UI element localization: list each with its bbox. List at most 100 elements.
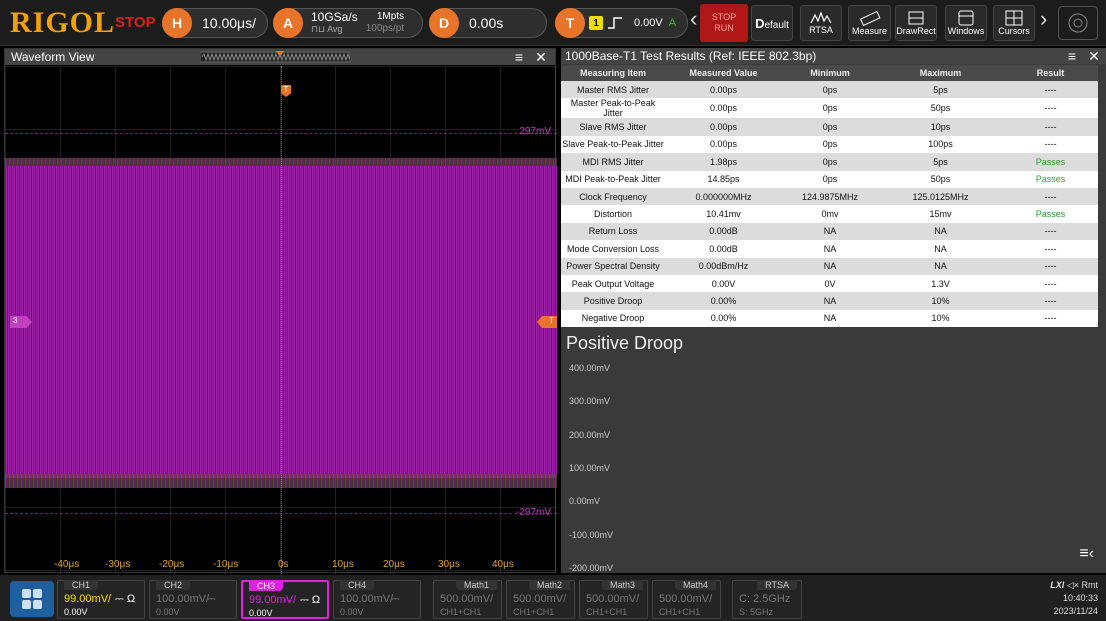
acquire-key: A (273, 8, 303, 38)
horizontal-control[interactable]: H 10.00μs/ (162, 8, 268, 38)
math-box-math2[interactable]: Math2 500.00mV/CH1+CH1 (506, 580, 575, 619)
default-button[interactable]: Default (751, 5, 793, 41)
channel-box-ch3[interactable]: CH3 99.00mV/⎓ Ω 0.00V (241, 580, 329, 619)
close-icon[interactable]: ✕ (1086, 48, 1102, 64)
table-row[interactable]: Distortion 10.41mv 0mv 15mv Passes (561, 205, 1098, 223)
x-tick-label: 0s (278, 559, 289, 570)
top-toolbar: RIGOL STOP H 10.00μs/ A 10GSa/s ⊓⊔ Avg 1M… (0, 0, 1106, 46)
math-box-math3[interactable]: Math3 500.00mV/CH1+CH1 (579, 580, 648, 619)
cell-result: ---- (1003, 135, 1098, 154)
cell-measuring-item: Mode Conversion Loss (561, 240, 665, 258)
table-row[interactable]: Positive Droop 0.00% NA 10% ---- (561, 292, 1098, 310)
cell-result: ---- (1003, 187, 1098, 206)
cell-measured-value: 0.00dB (665, 240, 782, 258)
timebase-value: 10.00μs/ (202, 15, 256, 31)
y-tick-label: 100.00mV (569, 462, 611, 473)
waveform-view-panel: Waveform View ≡ ✕ T 297mV -297mV 3 T -40… (4, 48, 557, 574)
channel-scale: 100.00mV/ (156, 593, 210, 605)
cell-measured-value: 0.00% (665, 292, 782, 310)
channel-scale: 100.00mV/ (340, 593, 394, 605)
x-tick-label: -20μs (159, 559, 185, 570)
cell-minimum: 0ps (782, 98, 878, 119)
measure-button[interactable]: Measure (848, 5, 891, 41)
rtsa-status-box[interactable]: RTSA C: 2.5GHz S: 5GHz (732, 580, 802, 619)
header-measured-value: Measured Value (665, 65, 782, 81)
power-button[interactable] (1058, 6, 1098, 40)
cell-minimum: 0mv (782, 205, 878, 223)
math-box-math4[interactable]: Math4 500.00mV/CH1+CH1 (652, 580, 721, 619)
time-per-point: 100ps/pt (365, 23, 405, 34)
table-row[interactable]: MDI RMS Jitter 1.98ps 0ps 5ps Passes (561, 153, 1098, 171)
math-label: Math4 (674, 580, 716, 590)
table-row[interactable]: Power Spectral Density 0.00dBm/Hz NA NA ---- (561, 257, 1098, 275)
cursors-label: Cursors (998, 26, 1030, 36)
trigger-control[interactable]: T 1 0.00V A (555, 8, 688, 38)
acquire-mode-icon: ⊓⊔ (311, 24, 326, 34)
table-row[interactable]: Slave Peak-to-Peak Jitter 0.00ps 0ps 100ps -… (561, 135, 1098, 154)
waveform-overview-strip[interactable] (200, 51, 350, 63)
channel-label: CH3 (249, 581, 284, 591)
upper-level-label: 297mV (519, 126, 551, 137)
channel-coupling: ⎓ Ω (300, 594, 321, 606)
cell-measured-value: 0.00ps (665, 118, 782, 136)
droop-chart: Positive Droop 400.00mV 300.00mV 200.00mV 1… (561, 328, 1106, 573)
acquire-control[interactable]: A 10GSa/s ⊓⊔ Avg 1Mpts 100ps/pt (273, 8, 423, 38)
rtsa-label: RTSA (809, 25, 833, 35)
default-label-rest: efault (764, 19, 789, 31)
channel-offset: 0.00V (249, 608, 273, 618)
menu-icon[interactable]: ≡ (511, 49, 527, 65)
table-row[interactable]: Slave RMS Jitter 0.00ps 0ps 10ps ---- (561, 118, 1098, 136)
chevron-left-icon[interactable]: ‹ (690, 6, 697, 32)
cell-result: ---- (1003, 81, 1098, 99)
cell-measuring-item: Master RMS Jitter (561, 81, 665, 99)
waveform-plot-area[interactable]: T 297mV -297mV 3 T -40μs -30μs -20μs -10μs 0… (5, 66, 557, 574)
cell-maximum: 5ps (878, 81, 1003, 99)
channel-scale: 99.00mV/ (64, 593, 112, 605)
cell-minimum: 0V (782, 274, 878, 293)
close-icon[interactable]: ✕ (533, 49, 549, 65)
table-row[interactable]: Return Loss 0.00dB NA NA ---- (561, 222, 1098, 241)
table-row[interactable]: Negative Droop 0.00% NA 10% ---- (561, 309, 1098, 328)
rtsa-span: S: 5GHz (739, 607, 774, 617)
collapse-icon[interactable]: ≡‹ (1079, 545, 1094, 563)
table-row[interactable]: MDI Peak-to-Peak Jitter 14.85ps 0ps 50ps Pas… (561, 170, 1098, 188)
table-row[interactable]: Master RMS Jitter 0.00ps 0ps 5ps ---- (561, 81, 1098, 99)
cursors-button[interactable]: Cursors (993, 5, 1035, 41)
rtsa-button[interactable]: RTSA (800, 5, 842, 41)
spectrum-icon (810, 11, 832, 24)
run-state-indicator[interactable]: STOP (115, 14, 156, 31)
run-stop-button[interactable]: STOP RUN (700, 4, 748, 42)
cell-result: ---- (1003, 222, 1098, 241)
math-box-math1[interactable]: Math1 500.00mV/CH1+CH1 (433, 580, 502, 619)
table-row[interactable]: Peak Output Voltage 0.00V 0V 1.3V ---- (561, 274, 1098, 293)
channel-label: CH1 (64, 580, 99, 590)
home-button[interactable] (10, 581, 54, 617)
sample-rate: 10GSa/s (311, 10, 358, 24)
acquire-mode: Avg (327, 24, 343, 34)
channel-box-ch2[interactable]: CH2 100.00mV/⎓ 0.00V (149, 580, 237, 619)
cell-maximum: 1.3V (878, 274, 1003, 293)
math-scale: 500.00mV/ (659, 593, 713, 605)
system-status: LXI ◁× Rmt 10:40:33 2023/11/24 (1050, 579, 1098, 618)
menu-icon[interactable]: ≡ (1064, 48, 1080, 64)
waveform-view-header: Waveform View ≡ ✕ (5, 49, 555, 65)
cell-measured-value: 0.00ps (665, 81, 782, 99)
table-row[interactable]: Mode Conversion Loss 0.00dB NA NA ---- (561, 240, 1098, 258)
delay-control[interactable]: D 0.00s (429, 8, 547, 38)
drawrect-button[interactable]: DrawRect (895, 5, 937, 41)
chevron-right-icon[interactable]: › (1040, 6, 1047, 32)
run-stop-top-label: STOP (711, 12, 737, 22)
channel-box-ch1[interactable]: CH1 99.00mV/⎓ Ω 0.00V (57, 580, 145, 619)
channel-coupling: ⎓ (391, 593, 400, 605)
trigger-source: 1 (589, 16, 603, 30)
cell-measured-value: 0.00dBm/Hz (665, 257, 782, 275)
channel-box-ch4[interactable]: CH4 100.00mV/⎓ 0.00V (333, 580, 421, 619)
x-tick-label: 20μs (383, 559, 405, 570)
cell-measured-value: 0.00dB (665, 222, 782, 241)
horizontal-key: H (162, 8, 192, 38)
cell-maximum: 50ps (878, 170, 1003, 188)
windows-button[interactable]: Windows (945, 5, 987, 41)
cell-result: ---- (1003, 240, 1098, 258)
table-row[interactable]: Clock Frequency 0.000000MHz 124.9875MHz 125… (561, 187, 1098, 206)
table-row[interactable]: Master Peak-to-Peak Jitter 0.00ps 0ps 50ps -… (561, 98, 1098, 119)
